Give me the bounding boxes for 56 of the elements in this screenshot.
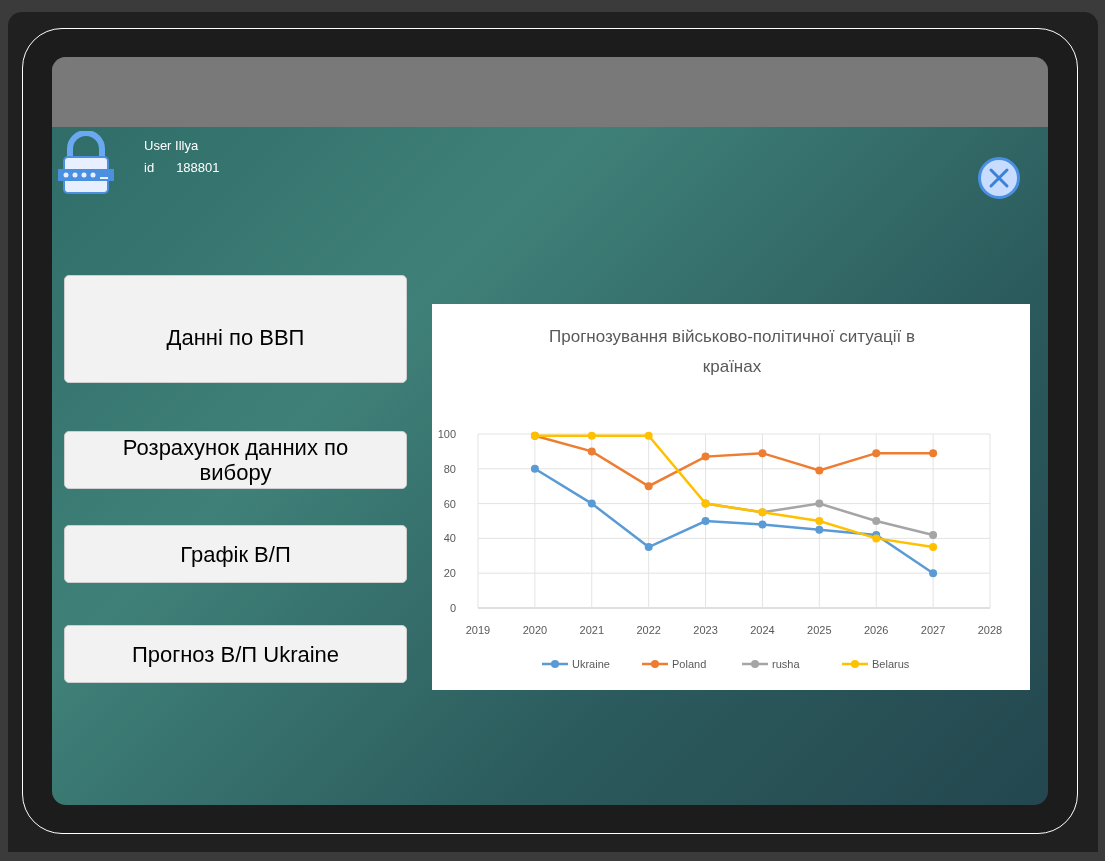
padlock-icon (56, 131, 116, 195)
y-tick-label: 60 (443, 497, 456, 510)
y-tick-label: 20 (443, 567, 456, 580)
data-point (929, 449, 938, 458)
menu-button[interactable]: Данні по ВВП (64, 275, 407, 383)
x-tick-label: 2023 (693, 624, 718, 636)
data-point (758, 520, 767, 529)
y-tick-label: 0 (449, 602, 456, 614)
data-point (815, 525, 824, 534)
data-point (758, 449, 767, 458)
data-point (587, 499, 596, 508)
x-tick-label: 2022 (636, 624, 661, 636)
legend-marker-icon (642, 660, 668, 668)
x-tick-label: 2021 (579, 624, 604, 636)
close-icon (988, 167, 1010, 189)
x-tick-label: 2025 (807, 624, 832, 636)
data-point (701, 452, 710, 461)
data-point (872, 449, 881, 458)
close-button[interactable] (978, 157, 1020, 199)
data-point (815, 499, 824, 508)
data-point (929, 543, 938, 552)
legend-marker-icon (542, 660, 568, 668)
user-name: User Illya (144, 137, 200, 155)
y-tick-label: 40 (443, 532, 456, 545)
data-point (644, 431, 653, 440)
menu-button[interactable]: Розрахунок данних по вибору (64, 431, 407, 489)
x-tick-label: 2028 (977, 624, 1003, 636)
x-tick-label: 2019 (465, 624, 491, 636)
id-label: id (144, 159, 155, 177)
legend-marker-icon (742, 660, 768, 668)
chart-title: Прогнозування військово-політичної ситуації в країнах (548, 326, 916, 378)
legend-marker-icon (842, 660, 868, 668)
menu-button[interactable]: Прогноз В/П Ukraine (64, 625, 407, 683)
menu-button[interactable]: Графік В/П (64, 525, 407, 583)
x-tick-label: 2020 (522, 624, 548, 636)
data-point (644, 482, 653, 491)
data-point (644, 543, 653, 552)
legend-label: Ukraine (572, 658, 610, 670)
legend-label: rusha (772, 658, 800, 670)
data-point (701, 517, 710, 525)
legend-label: Poland (672, 658, 707, 670)
legend-label: Belarus (872, 658, 910, 670)
data-point (929, 569, 938, 578)
data-point (929, 530, 938, 539)
data-point (587, 447, 596, 456)
data-point (872, 517, 881, 525)
id-value: 188801 (176, 159, 220, 177)
data-point (530, 464, 539, 473)
data-point (815, 466, 824, 475)
data-point (872, 534, 881, 543)
x-tick-label: 2026 (864, 624, 889, 636)
y-tick-label: 80 (443, 462, 456, 475)
y-tick-label: 100 (437, 428, 456, 440)
x-tick-label: 2027 (920, 624, 946, 636)
data-point (587, 431, 596, 440)
x-tick-label: 2024 (750, 624, 775, 636)
